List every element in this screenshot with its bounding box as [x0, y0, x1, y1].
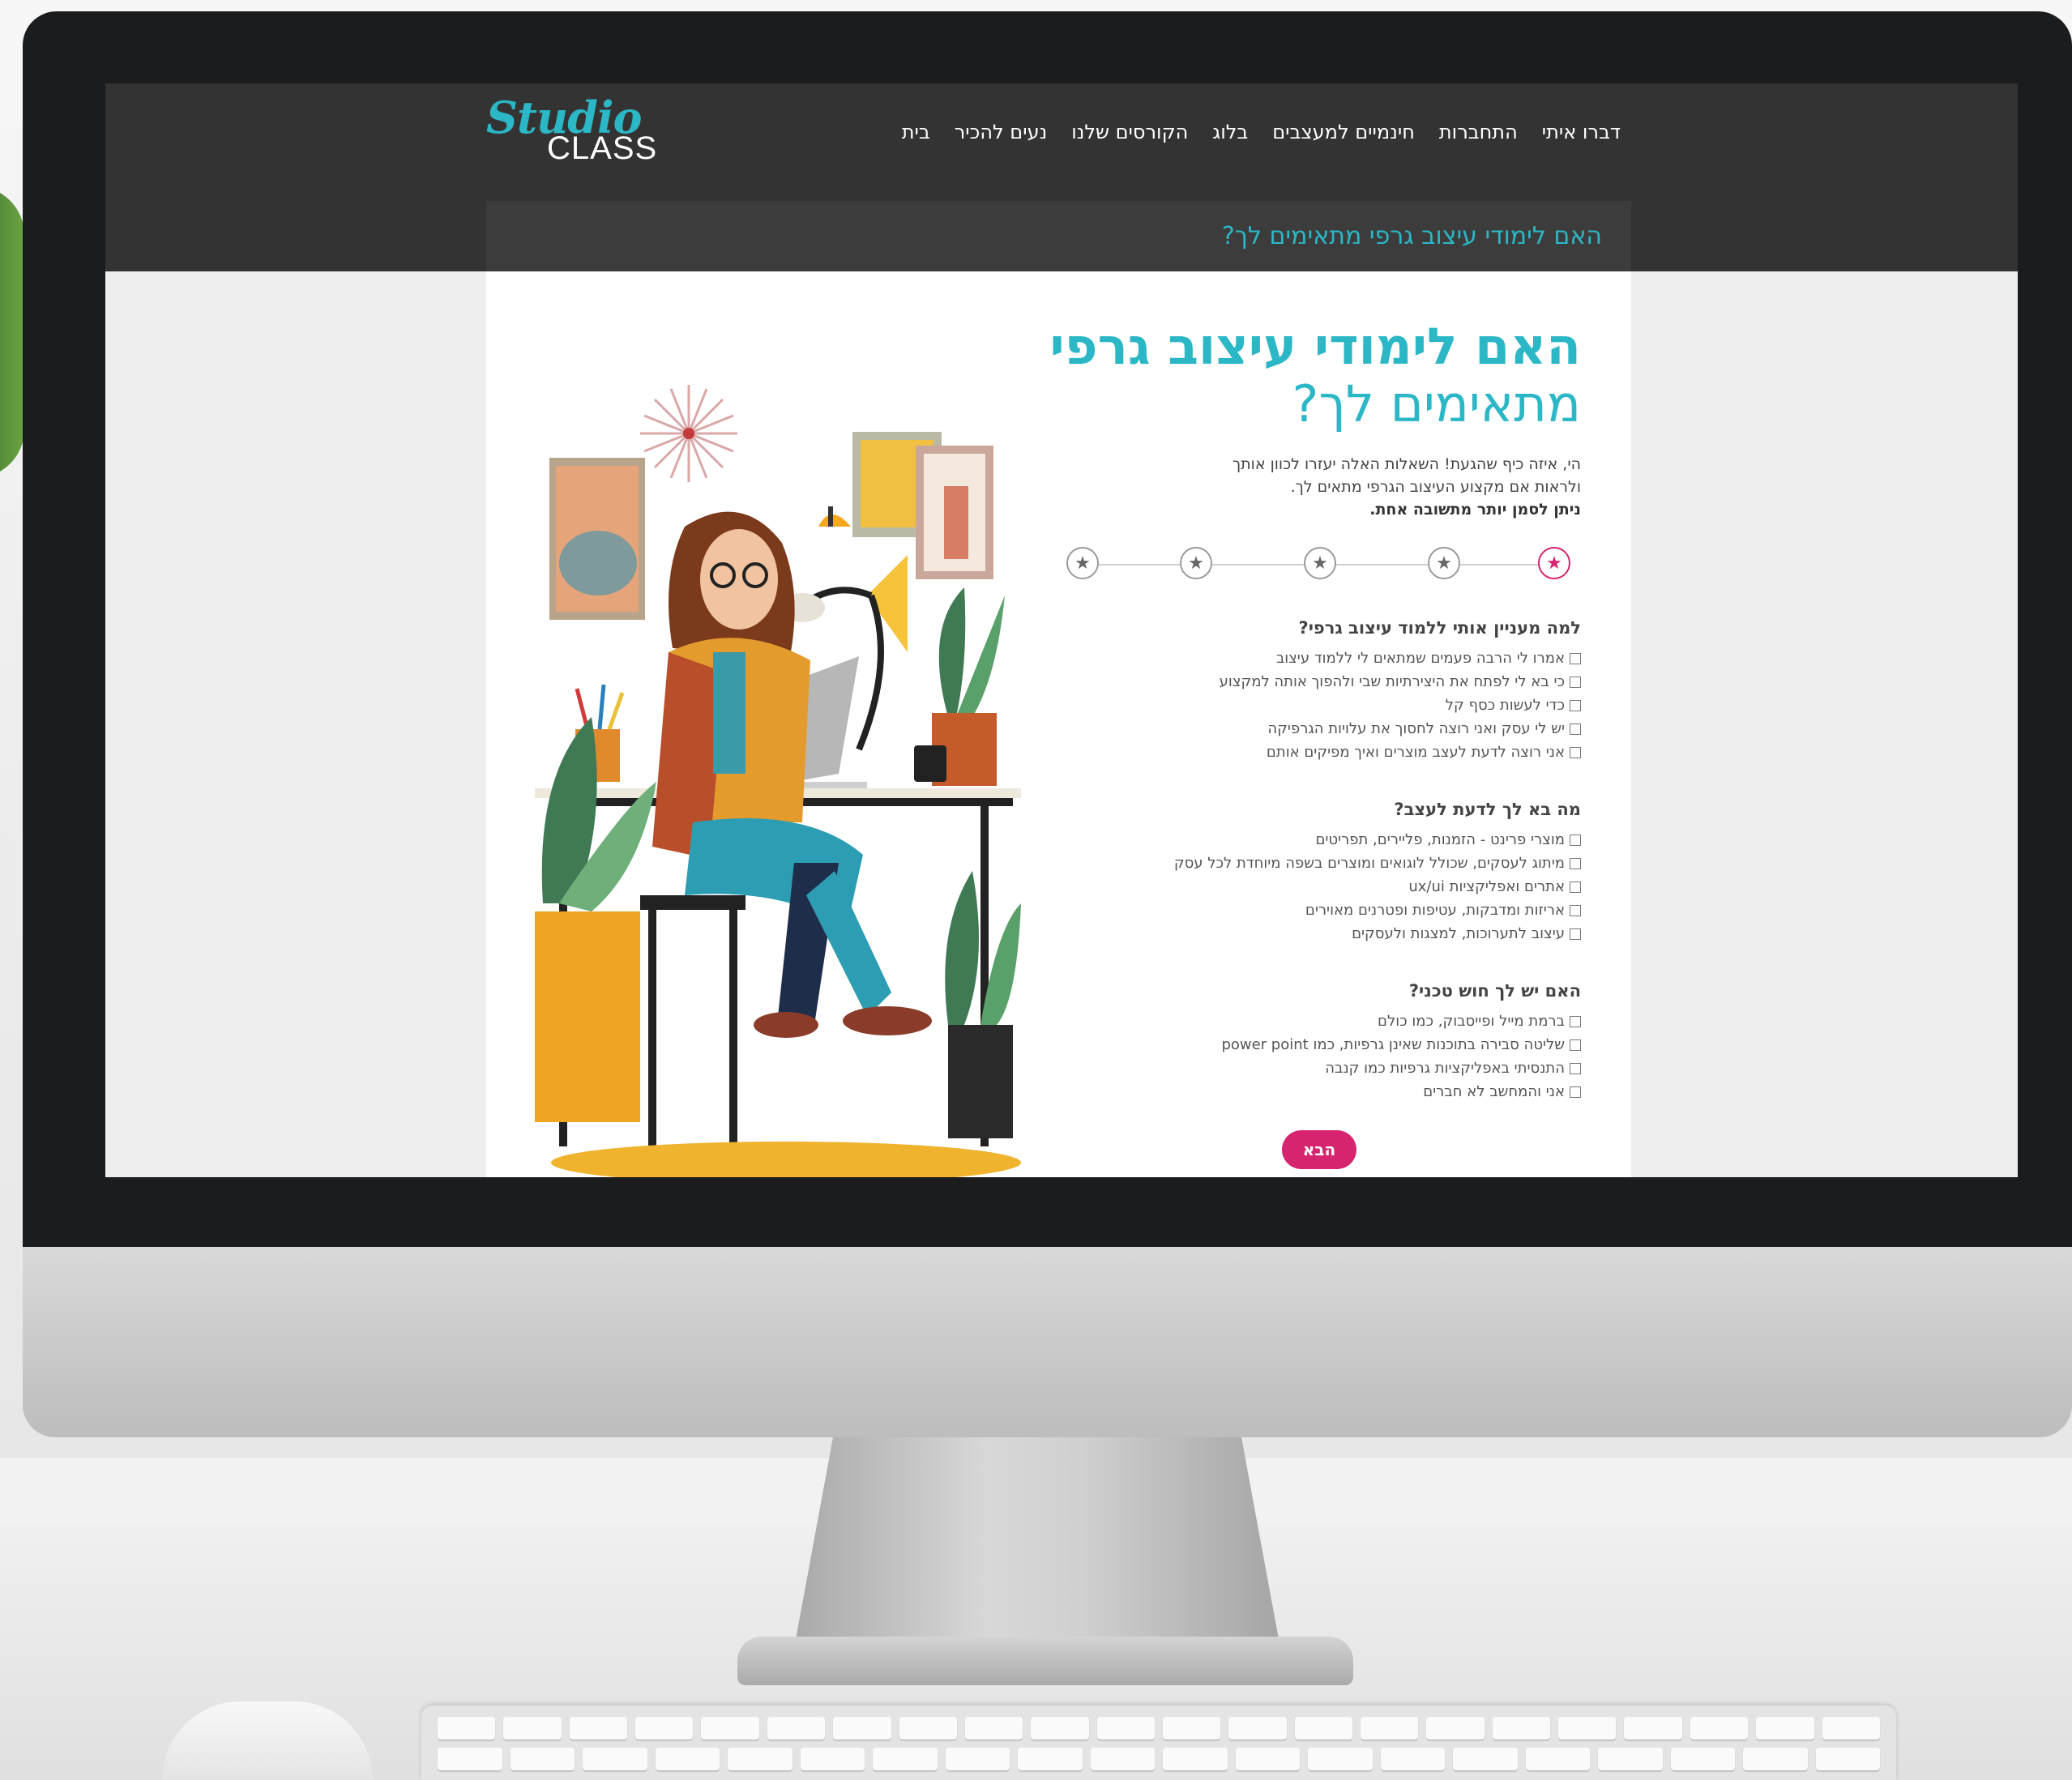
nav-freebies[interactable]: חינמיים למעצבים: [1272, 121, 1415, 143]
nav-about[interactable]: נעים להכיר: [955, 121, 1047, 143]
quiz-heading-bold: האם לימודי עיצוב גרפי: [1049, 317, 1581, 376]
monitor-stand-base: [737, 1637, 1353, 1685]
question-2-title: מה בא לך לדעת לעצב?: [1394, 800, 1581, 819]
intro-line-2: ולראות אם מקצוע העיצוב הגרפי מתאים לך.: [1290, 478, 1581, 496]
step-1-star-icon: ★: [1538, 547, 1570, 579]
q2-option-4[interactable]: אריזות ומדבקות, עטיפות ופטרנים מאוירים: [1305, 902, 1581, 919]
q1-option-4[interactable]: יש לי עסק ואני רוצה לחסוך את עלויות הגרפ…: [1267, 720, 1581, 737]
page-card: האם לימודי עיצוב גרפי מתאימים לך? האם לי…: [486, 201, 1631, 1177]
next-button[interactable]: הבא: [1282, 1130, 1356, 1169]
quiz-intro: הי, איזה כיף שהגעת! השאלות האלה יעזרו לכ…: [1160, 453, 1581, 521]
checkbox-icon[interactable]: [1570, 857, 1581, 869]
checkbox-icon[interactable]: [1570, 652, 1581, 664]
checkbox-icon[interactable]: [1570, 1062, 1581, 1074]
logo-class-text: CLASS: [547, 130, 658, 166]
quiz-heading: האם לימודי עיצוב גרפי מתאימים לך?: [1014, 318, 1581, 433]
q2-option-3[interactable]: אתרים ואפליקציות ux/ui: [1408, 878, 1581, 895]
monitor-screen: Studio CLASS בית נעים להכיר הקורסים שלנו…: [105, 83, 2018, 1177]
q2-option-5[interactable]: עיצוב לתערוכות, למצגות ולעסקים: [1352, 925, 1581, 942]
main-nav: בית נעים להכיר הקורסים שלנו בלוג חינמיים…: [902, 121, 1621, 143]
question-1-title: למה מעניין אותי ללמוד עיצוב גרפי?: [1298, 618, 1581, 638]
q1-option-2[interactable]: כי בא לי לפתח את היצירתיות שבי ולהפוך או…: [1220, 673, 1581, 690]
monitor-stand: [794, 1437, 1280, 1648]
nav-home[interactable]: בית: [902, 121, 930, 143]
intro-note: ניתן לסמן יותר מתשובה אחת.: [1369, 501, 1581, 519]
q3-option-4[interactable]: אני והמחשב לא חברים: [1423, 1083, 1581, 1100]
quiz-steps: ★ ★ ★ ★ ★: [1066, 547, 1570, 583]
page-title-bar: האם לימודי עיצוב גרפי מתאימים לך?: [486, 201, 1631, 271]
q3-option-1[interactable]: ברמת מייל ופייסבוק, כמו כולם: [1378, 1013, 1581, 1030]
intro-line-1: הי, איזה כיף שהגעת! השאלות האלה יעזרו לכ…: [1232, 455, 1581, 473]
question-3-title: האם יש לך חוש טכני?: [1408, 981, 1581, 1001]
keyboard: [421, 1705, 1896, 1780]
step-5-star-icon: ★: [1066, 547, 1099, 579]
checkbox-icon[interactable]: [1570, 881, 1581, 893]
checkbox-icon[interactable]: [1570, 904, 1581, 916]
monitor-chin: [23, 1247, 2072, 1437]
page-title: האם לימודי עיצוב גרפי מתאימים לך?: [1221, 222, 1602, 250]
checkbox-icon[interactable]: [1570, 928, 1581, 940]
designer-illustration: [535, 385, 1021, 1177]
checkbox-icon[interactable]: [1570, 699, 1581, 711]
quiz-content: האם לימודי עיצוב גרפי מתאימים לך? הי, אי…: [486, 271, 1631, 1177]
step-3-star-icon: ★: [1304, 547, 1336, 579]
checkbox-icon[interactable]: [1570, 676, 1581, 688]
q2-option-1[interactable]: מוצרי פרינט - הזמנות, פליירים, תפריטים: [1315, 831, 1581, 848]
site-logo[interactable]: Studio CLASS: [486, 92, 664, 173]
checkbox-icon[interactable]: [1570, 723, 1581, 735]
q1-option-5[interactable]: אני רוצה לדעת לעצב מוצרים ואיך מפיקים או…: [1267, 744, 1581, 761]
nav-contact[interactable]: דברו איתי: [1542, 121, 1621, 143]
checkbox-icon[interactable]: [1570, 834, 1581, 846]
quiz-heading-light: מתאימים לך?: [1292, 374, 1581, 433]
q1-option-1[interactable]: אמרו לי הרבה פעמים שמתאים לי ללמוד עיצוב: [1276, 650, 1581, 667]
q3-option-3[interactable]: התנסיתי באפליקציות גרפיות כמו קנבה: [1325, 1060, 1581, 1077]
step-4-star-icon: ★: [1180, 547, 1212, 579]
step-2-star-icon: ★: [1428, 547, 1460, 579]
checkbox-icon[interactable]: [1570, 1086, 1581, 1098]
nav-login[interactable]: התחברות: [1439, 121, 1518, 143]
nav-blog[interactable]: בלוג: [1212, 121, 1248, 143]
checkbox-icon[interactable]: [1570, 1015, 1581, 1027]
q3-option-2[interactable]: שליטה סבירה בתוכנות שאינן גרפיות, כמו po…: [1221, 1036, 1581, 1053]
q1-option-3[interactable]: כדי לעשות כסף קל: [1446, 697, 1581, 714]
nav-courses[interactable]: הקורסים שלנו: [1071, 121, 1188, 143]
q2-option-2[interactable]: מיתוג לעסקים, שכולל לוגואים ומוצרים בשפה…: [1174, 855, 1581, 872]
plant-decoration: [0, 186, 24, 478]
checkbox-icon[interactable]: [1570, 746, 1581, 758]
checkbox-icon[interactable]: [1570, 1039, 1581, 1051]
